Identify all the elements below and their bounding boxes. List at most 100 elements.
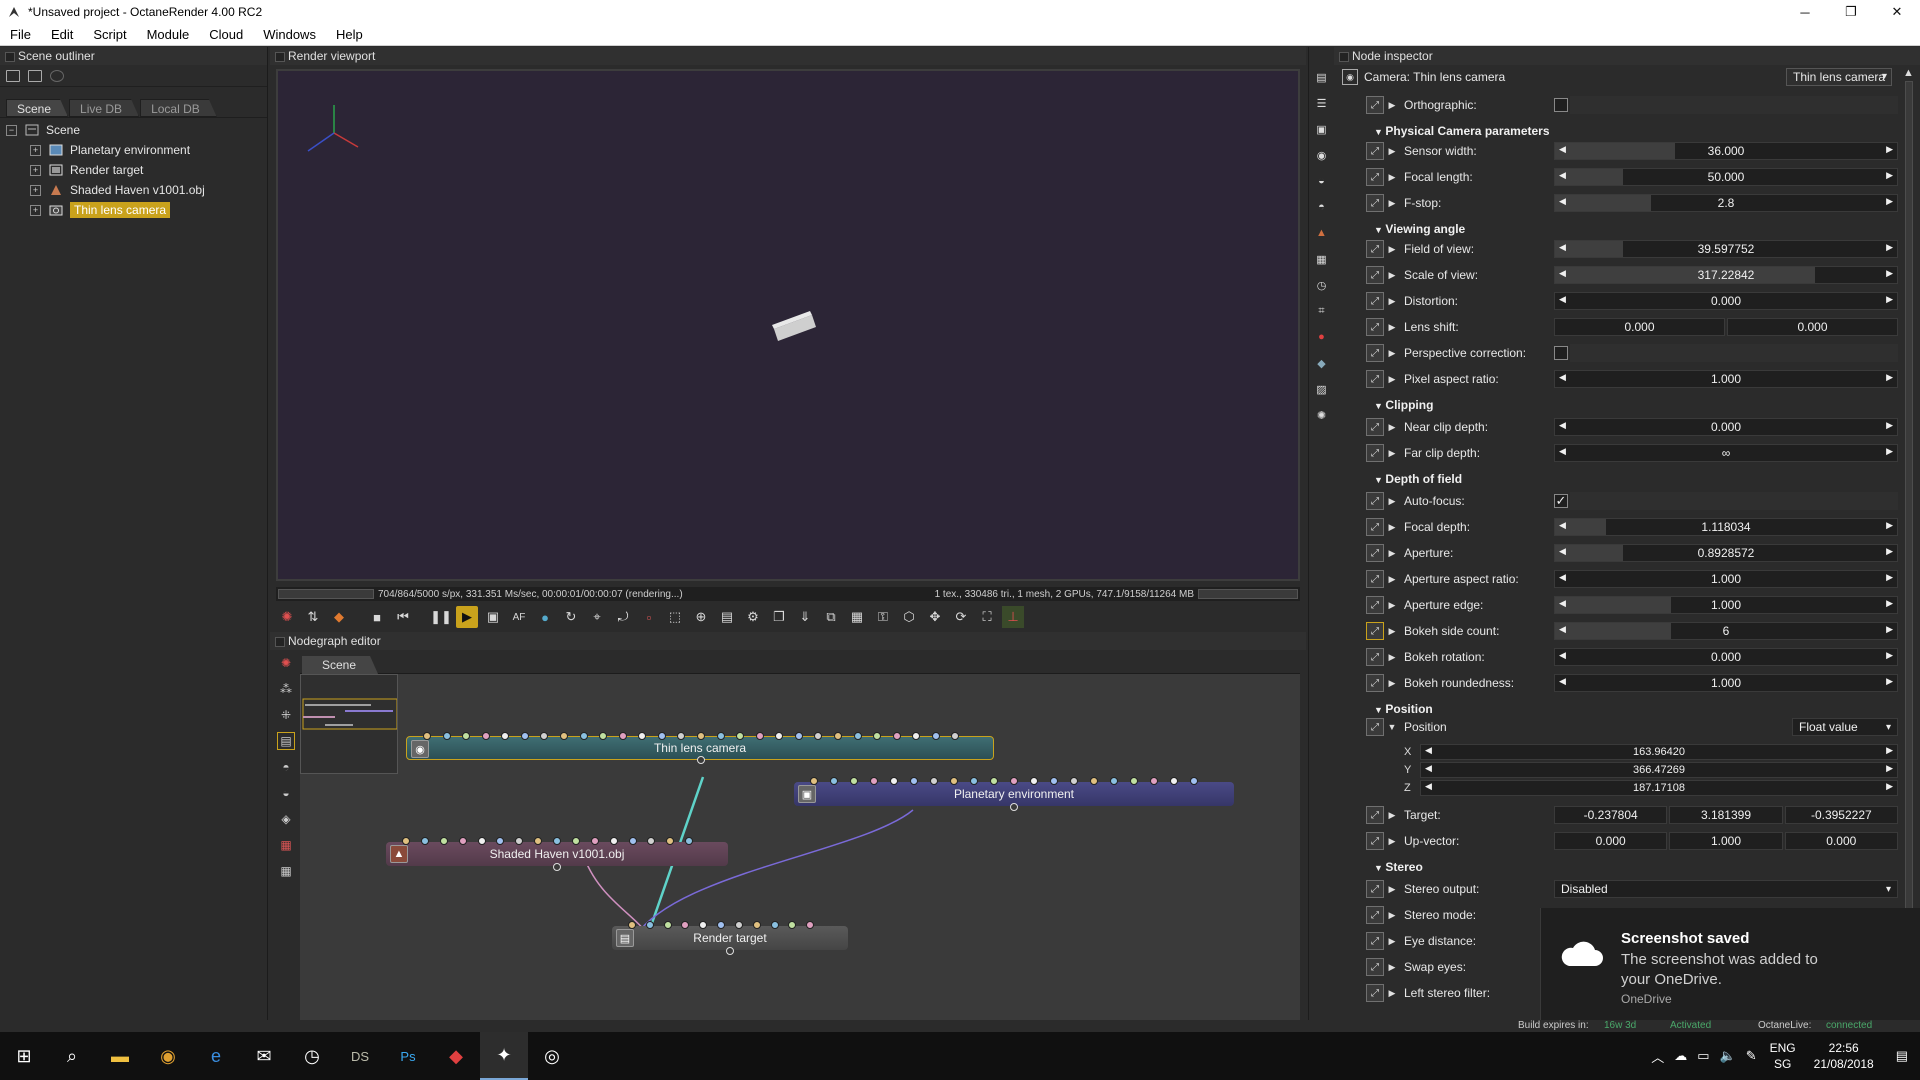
section-header[interactable]: Stereo: [1374, 860, 1422, 874]
expand-arrow-icon[interactable]: ▶: [1384, 962, 1400, 973]
camera-type-select[interactable]: Thin lens camera: [1786, 68, 1892, 86]
nodegraph-canvas[interactable]: ◉ Thin lens camera ▣ Planetary environme…: [300, 674, 1300, 1020]
rendertarget-icon[interactable]: ▣: [1314, 121, 1330, 137]
increment-icon[interactable]: ▶: [1886, 520, 1893, 531]
animation-icon[interactable]: ◷: [1314, 277, 1330, 293]
stereo-output-select[interactable]: Disabled: [1554, 880, 1898, 898]
pin-icon[interactable]: ⤢: [1366, 906, 1384, 924]
tree-item-render-target[interactable]: + Render target: [0, 160, 267, 180]
reset-icon[interactable]: ✺: [276, 606, 298, 628]
node-input-port[interactable]: [638, 732, 647, 740]
expand-arrow-icon[interactable]: ▶: [1384, 374, 1400, 385]
increment-icon[interactable]: ▶: [1886, 676, 1893, 687]
aov-icon[interactable]: ⌗: [1314, 303, 1330, 319]
increment-icon[interactable]: ▶: [1886, 294, 1893, 305]
node-input-port[interactable]: [1170, 777, 1178, 785]
value-field[interactable]: 0.000: [1784, 832, 1898, 850]
expand-arrow-icon[interactable]: ▶: [1384, 910, 1400, 921]
node-input-port[interactable]: [645, 921, 654, 929]
render-viewport[interactable]: [276, 69, 1300, 581]
stop-icon[interactable]: ■: [366, 606, 388, 628]
windows-start-icon[interactable]: ⊞: [0, 1032, 48, 1080]
pin-icon[interactable]: ⤢: [1366, 492, 1384, 510]
film-region-icon[interactable]: ▤: [716, 606, 738, 628]
decrement-icon[interactable]: ◀: [1559, 572, 1566, 583]
node-input-port[interactable]: [1130, 777, 1138, 785]
increment-icon[interactable]: ▶: [1886, 624, 1893, 635]
pin-icon[interactable]: ⤢: [1366, 266, 1384, 284]
node-input-port[interactable]: [462, 732, 471, 740]
node-input-port[interactable]: [697, 732, 705, 740]
scroll-thumb[interactable]: [1905, 81, 1913, 986]
expand-icon[interactable]: +: [30, 184, 41, 196]
pin-icon[interactable]: ⤢: [1366, 570, 1384, 588]
expand-arrow-icon[interactable]: ▶: [1384, 884, 1400, 895]
decrement-icon[interactable]: ◀: [1559, 294, 1566, 305]
value-field[interactable]: 0.000: [1554, 832, 1668, 850]
material-picker-icon[interactable]: ▫: [638, 606, 660, 628]
section-header[interactable]: Position: [1374, 702, 1432, 716]
slider-near_clip[interactable]: ◀ 0.000 ▶: [1554, 418, 1898, 436]
decrement-icon[interactable]: ◀: [1559, 144, 1566, 155]
tree-item-camera[interactable]: + Thin lens camera: [0, 200, 267, 220]
node-input-port[interactable]: [717, 921, 726, 929]
node-input-port[interactable]: [788, 921, 797, 929]
node-input-port[interactable]: [970, 777, 978, 785]
expand-arrow-icon[interactable]: ▶: [1384, 936, 1400, 947]
collapse-icon[interactable]: −: [6, 124, 17, 136]
expand-arrow-icon[interactable]: ▶: [1384, 270, 1400, 281]
node-input-port[interactable]: [618, 732, 627, 740]
copy-icon[interactable]: ❐: [768, 606, 790, 628]
lock-icon[interactable]: ⚙: [742, 606, 764, 628]
node-input-port[interactable]: [496, 837, 505, 845]
menu-help[interactable]: Help: [326, 24, 373, 46]
octane-taskbar-icon[interactable]: ✦: [480, 1032, 528, 1080]
node-input-port[interactable]: [520, 732, 529, 740]
node-input-port[interactable]: [752, 921, 761, 929]
photoshop-icon[interactable]: Ps: [384, 1032, 432, 1080]
pin-icon[interactable]: ⤢: [1366, 518, 1384, 536]
node-input-port[interactable]: [628, 921, 636, 929]
pin-icon[interactable]: ⤢: [1366, 142, 1384, 160]
section-header[interactable]: Physical Camera parameters: [1374, 124, 1549, 138]
restart-icon[interactable]: ⏮: [392, 606, 414, 628]
app-icon[interactable]: ◆: [432, 1032, 480, 1080]
geometry-icon[interactable]: ◈: [277, 810, 295, 828]
value-field[interactable]: -0.3952227: [1784, 806, 1898, 824]
decrement-icon[interactable]: ◀: [1559, 546, 1566, 557]
maximize-button[interactable]: ❐: [1828, 0, 1874, 24]
decrement-icon[interactable]: ◀: [1425, 763, 1432, 774]
gizmo-icon[interactable]: ⊥: [1002, 606, 1024, 628]
minimize-button[interactable]: ─: [1782, 0, 1828, 24]
node-input-port[interactable]: [931, 732, 940, 740]
pin-icon[interactable]: ⤢: [1366, 984, 1384, 1002]
pen-icon[interactable]: ✎: [1741, 1048, 1762, 1064]
node-input-port[interactable]: [951, 732, 960, 740]
node-input-port[interactable]: [1010, 777, 1018, 785]
node-input-port[interactable]: [609, 837, 618, 845]
tree-root[interactable]: − Scene: [0, 120, 267, 140]
node-input-port[interactable]: [540, 732, 549, 740]
save-icon[interactable]: [6, 69, 20, 82]
expand-arrow-icon[interactable]: ▶: [1384, 496, 1400, 507]
expand-arrow-icon[interactable]: ▶: [1384, 100, 1400, 111]
node-input-port[interactable]: [1150, 777, 1158, 785]
node-input-port[interactable]: [402, 837, 410, 845]
node-input-port[interactable]: [477, 837, 486, 845]
node-input-port[interactable]: [806, 921, 815, 929]
scroll-up-icon[interactable]: ▲: [1903, 67, 1914, 79]
sync-icon[interactable]: ⇅: [302, 606, 324, 628]
slider-pixel_aspect[interactable]: ◀ 1.000 ▶: [1554, 370, 1898, 388]
node-input-port[interactable]: [458, 837, 467, 845]
reset-view-icon[interactable]: ⟳: [950, 606, 972, 628]
node-input-port[interactable]: [628, 837, 637, 845]
expand-arrow-icon[interactable]: ▶: [1384, 810, 1400, 821]
decrement-icon[interactable]: ◀: [1559, 372, 1566, 383]
tab-scene[interactable]: Scene: [6, 99, 68, 117]
node-output-port[interactable]: [697, 756, 705, 764]
expand-icon[interactable]: +: [30, 164, 41, 176]
decrement-icon[interactable]: ◀: [1425, 781, 1432, 792]
decrement-icon[interactable]: ◀: [1559, 242, 1566, 253]
expand-arrow-icon[interactable]: ▶: [1384, 678, 1400, 689]
node-input-port[interactable]: [420, 837, 429, 845]
